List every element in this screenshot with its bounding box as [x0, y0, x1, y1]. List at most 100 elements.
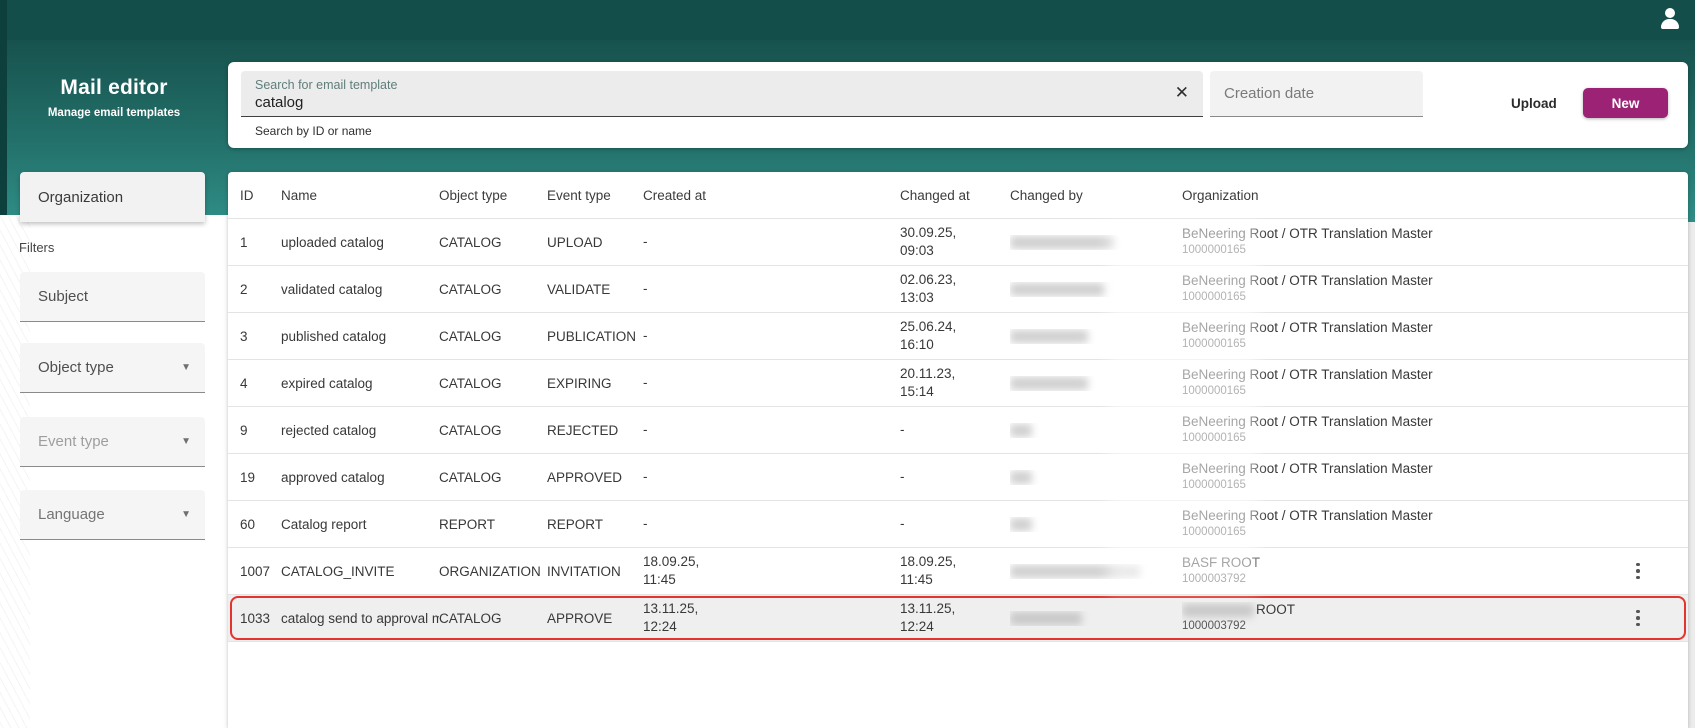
user-icon-head: [1665, 8, 1675, 18]
scrollbar-track[interactable]: [1688, 222, 1695, 728]
cell-organization: BeNeering Root / OTR Translation Master …: [1182, 414, 1624, 445]
cell-name: uploaded catalog: [281, 234, 384, 250]
organization-name: BeNeering Root / OTR Translation Master: [1182, 273, 1433, 289]
column-header-event-type: Event type: [547, 187, 611, 203]
organization-number: 1000003792: [1182, 572, 1246, 585]
organization-name: BASF ROOT: [1182, 555, 1261, 571]
cell-changed-at: 20.11.23, 15:14: [900, 366, 956, 399]
cell-changed-by: [1010, 517, 1182, 532]
subject-filter-input[interactable]: Subject: [20, 272, 205, 322]
cell-event-type: APPROVED: [547, 469, 623, 485]
cell-name: catalog send to approval my co...: [281, 610, 439, 626]
chevron-down-icon: ▼: [181, 362, 191, 373]
cell-id: 4: [240, 375, 248, 391]
kebab-dot: [1636, 622, 1640, 627]
search-input-value: catalog: [255, 94, 304, 111]
language-filter-label: Language: [38, 506, 105, 523]
cell-id: 60: [240, 516, 256, 532]
filters-heading: Filters: [19, 240, 55, 255]
changed-by-redaction: [1010, 518, 1032, 532]
kebab-dot: [1636, 616, 1640, 620]
cell-name: published catalog: [281, 328, 387, 344]
table-body: 1 uploaded catalog CATALOG UPLOAD - 30.0…: [228, 219, 1688, 642]
changed-by-redaction: [1010, 471, 1032, 485]
object-type-filter-select[interactable]: Object type ▼: [20, 343, 205, 393]
cell-name: CATALOG_INVITE: [281, 563, 395, 579]
cell-changed-by: [1010, 423, 1182, 438]
cell-object-type: CATALOG: [439, 328, 502, 344]
table-row[interactable]: 1033 catalog send to approval my co... C…: [228, 595, 1688, 642]
row-menu-button[interactable]: [1624, 557, 1652, 585]
cell-changed-by: [1010, 329, 1182, 344]
changed-by-redaction: [1010, 424, 1032, 438]
cell-changed-by: [1010, 564, 1182, 579]
organization-name: BeNeering Root / OTR Translation Master: [1182, 461, 1433, 477]
cell-created-at: 18.09.25, 11:45: [643, 554, 700, 587]
cell-changed-at: 13.11.25, 12:24: [900, 601, 956, 634]
table-row[interactable]: 2 validated catalog CATALOG VALIDATE - 0…: [228, 266, 1688, 313]
upload-button[interactable]: Upload: [1493, 88, 1575, 118]
table-row[interactable]: 3 published catalog CATALOG PUBLICATION …: [228, 313, 1688, 360]
language-filter-select[interactable]: Language ▼: [20, 490, 205, 540]
table-row[interactable]: 1 uploaded catalog CATALOG UPLOAD - 30.0…: [228, 219, 1688, 266]
cell-event-type: VALIDATE: [547, 281, 611, 297]
cell-created-at: -: [643, 469, 648, 485]
cell-name: expired catalog: [281, 375, 373, 391]
chevron-down-icon: ▼: [181, 509, 191, 520]
column-header-name: Name: [281, 187, 318, 203]
table-row[interactable]: 9 rejected catalog CATALOG REJECTED - - …: [228, 407, 1688, 454]
event-type-filter-select[interactable]: Event type ▼: [20, 417, 205, 467]
row-menu-button[interactable]: [1624, 604, 1652, 632]
column-header-changed-by: Changed by: [1010, 187, 1083, 203]
cell-object-type: CATALOG: [439, 610, 502, 626]
cell-id: 3: [240, 328, 248, 344]
search-input[interactable]: Search for email template catalog ✕: [241, 71, 1203, 117]
organization-number: 1000000165: [1182, 478, 1246, 491]
cell-created-at: -: [643, 422, 648, 438]
cell-changed-by: [1010, 376, 1182, 391]
kebab-dot: [1636, 562, 1640, 567]
cell-organization: BeNeering Root / OTR Translation Master …: [1182, 508, 1624, 539]
table-row[interactable]: 4 expired catalog CATALOG EXPIRING - 20.…: [228, 360, 1688, 407]
organization-name: ROOT: [1182, 602, 1614, 618]
cell-name: rejected catalog: [281, 422, 377, 438]
cell-organization: ROOT 1000003792: [1182, 602, 1624, 633]
table-row[interactable]: 19 approved catalog CATALOG APPROVED - -…: [228, 454, 1688, 501]
table-row[interactable]: 1007 CATALOG_INVITE ORGANIZATION INVITAT…: [228, 548, 1688, 595]
tab-organization[interactable]: Organization: [20, 172, 205, 222]
organization-number: 1000000165: [1182, 290, 1246, 303]
creation-date-input[interactable]: Creation date: [1210, 71, 1423, 117]
user-account-icon[interactable]: [1657, 6, 1683, 32]
cell-created-at: -: [643, 234, 648, 250]
table-header-row: ID Name Object type Event type Created a…: [228, 172, 1688, 219]
app-brand: Mail editor Manage email templates: [0, 76, 228, 119]
user-icon-body: [1661, 19, 1679, 29]
cell-organization: BeNeering Root / OTR Translation Master …: [1182, 367, 1624, 398]
search-toolbar-card: Search for email template catalog ✕ Sear…: [228, 62, 1688, 148]
cell-name: Catalog report: [281, 516, 367, 532]
cell-changed-by: [1010, 611, 1182, 626]
changed-by-redaction: [1010, 330, 1088, 344]
organization-name: BeNeering Root / OTR Translation Master: [1182, 367, 1433, 383]
search-input-label: Search for email template: [255, 78, 398, 92]
column-header-object-type: Object type: [439, 187, 508, 203]
event-type-filter-label: Event type: [38, 433, 109, 450]
changed-by-redaction: [1010, 236, 1115, 250]
cell-created-at: -: [643, 281, 648, 297]
cell-id: 1: [240, 234, 248, 250]
column-header-created-at: Created at: [643, 187, 707, 203]
cell-id: 19: [240, 469, 256, 485]
cell-id: 1033: [240, 610, 271, 626]
page-subtitle: Manage email templates: [47, 107, 181, 119]
new-button[interactable]: New: [1583, 88, 1668, 118]
kebab-dot: [1636, 609, 1640, 614]
cell-id: 2: [240, 281, 248, 297]
organization-name: BeNeering Root / OTR Translation Master: [1182, 414, 1433, 430]
org-redaction: [1182, 604, 1254, 618]
clear-search-icon[interactable]: ✕: [1175, 84, 1189, 101]
cell-created-at: -: [643, 375, 648, 391]
changed-by-redaction: [1010, 612, 1082, 626]
cell-changed-at: -: [900, 422, 905, 438]
mail-editor-app: Mail editor Manage email templates Organ…: [0, 0, 1695, 728]
table-row[interactable]: 60 Catalog report REPORT REPORT - - BeNe…: [228, 501, 1688, 548]
